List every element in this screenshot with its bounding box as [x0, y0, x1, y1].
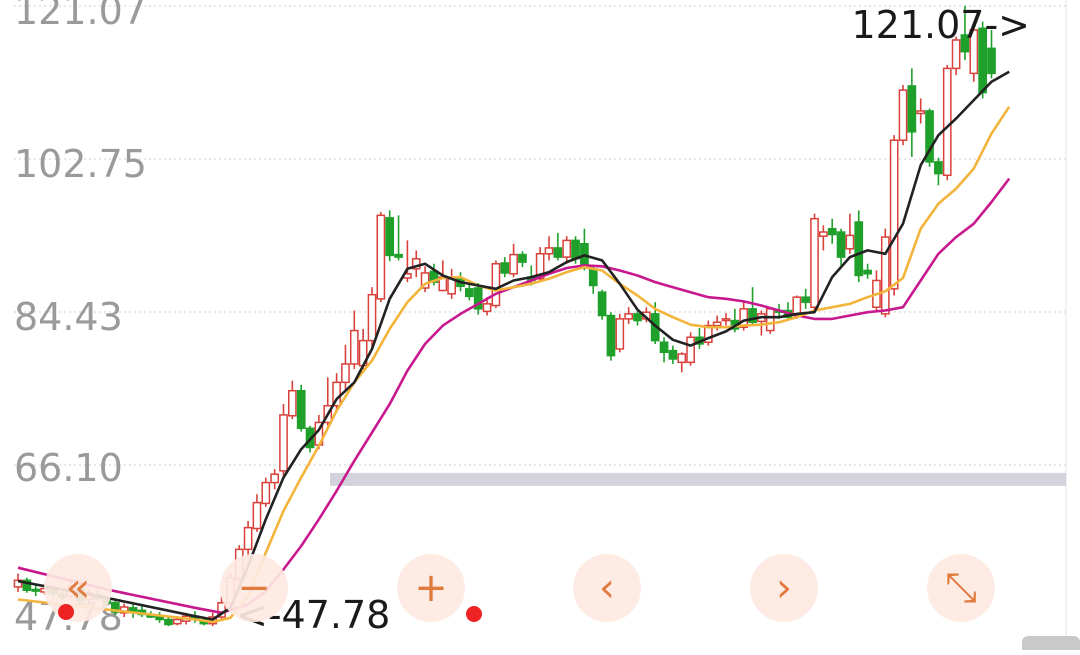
- candle-up: [562, 239, 572, 258]
- scroll-tab[interactable]: [1022, 636, 1080, 650]
- candle-down: [500, 262, 510, 274]
- indicator-dot: [466, 606, 482, 622]
- candle-down: [518, 253, 527, 263]
- scroll-left-button[interactable]: ‹: [573, 554, 641, 622]
- candle-up: [916, 110, 926, 115]
- candle-up: [810, 217, 819, 308]
- candle-down: [987, 47, 996, 75]
- candle-up: [845, 234, 855, 250]
- candle-up: [279, 414, 288, 472]
- plus-icon: +: [414, 565, 448, 611]
- candle-up: [721, 318, 731, 322]
- candle-up: [819, 231, 828, 237]
- candle-up: [367, 293, 377, 342]
- max-price-label: 121.07->: [851, 3, 1030, 47]
- candle-up: [615, 318, 625, 350]
- bottom-strip: [0, 636, 1080, 650]
- candle-down: [296, 389, 306, 430]
- y-tick-label: 66.10: [14, 446, 123, 490]
- zoom-out-button[interactable]: −: [220, 554, 288, 622]
- candle-down: [606, 314, 616, 357]
- candle-down: [128, 607, 138, 612]
- candle-up: [712, 321, 722, 327]
- candlestick-chart[interactable]: 121.07102.7584.4366.1047.78121.07-><-47.…: [0, 0, 1080, 650]
- candle-down: [863, 269, 872, 275]
- candle-up: [765, 308, 775, 332]
- candle-down: [31, 588, 41, 592]
- indicator-dot: [58, 604, 74, 620]
- candle-down: [164, 618, 173, 626]
- candle-down: [854, 221, 864, 277]
- candle-up: [270, 473, 279, 484]
- candle-down: [588, 268, 598, 287]
- expand-icon: ⤡: [945, 565, 977, 611]
- candle-up: [349, 329, 359, 365]
- y-tick-label: 102.75: [14, 142, 147, 186]
- candle-down: [553, 247, 563, 258]
- candle-up: [686, 336, 695, 364]
- candle-down: [934, 161, 943, 175]
- zoom-in-button[interactable]: +: [397, 554, 465, 622]
- candle-down: [571, 239, 580, 260]
- support-band: [330, 472, 1066, 486]
- candle-up: [252, 501, 262, 530]
- double-chevron-left-icon: «: [65, 565, 91, 611]
- candle-up: [544, 247, 554, 255]
- candle-up: [491, 263, 501, 307]
- candle-down: [394, 253, 403, 258]
- candle-up: [482, 303, 492, 313]
- candle-up: [288, 389, 297, 417]
- candle-up: [376, 214, 386, 300]
- ma-mid-line: [17, 106, 1011, 624]
- candle-up: [624, 313, 633, 320]
- candle-down: [668, 349, 678, 360]
- scroll-right-button[interactable]: ›: [750, 554, 818, 622]
- chart-svg: 121.07102.7584.4366.1047.78121.07-><-47.…: [13, 0, 1067, 640]
- candle-down: [633, 313, 642, 322]
- candle-up: [341, 363, 350, 384]
- fullscreen-button[interactable]: ⤡: [927, 554, 995, 622]
- candle-down: [385, 217, 395, 257]
- candle-down: [659, 341, 669, 354]
- candle-up: [172, 618, 182, 625]
- candle-up: [942, 67, 952, 177]
- candle-down: [465, 288, 474, 298]
- candle-up: [898, 89, 908, 141]
- candle-down: [907, 85, 917, 133]
- minus-icon: −: [237, 565, 271, 611]
- candle-up: [261, 481, 271, 505]
- scroll-far-left-button[interactable]: «: [44, 554, 112, 622]
- candle-up: [243, 526, 253, 551]
- chevron-left-icon: ‹: [599, 565, 615, 611]
- candle-down: [836, 231, 846, 258]
- candle-up: [889, 139, 899, 290]
- candle-down: [597, 291, 607, 317]
- ma-short-line: [17, 70, 1010, 621]
- candle-down: [827, 227, 837, 236]
- chevron-right-icon: ›: [776, 565, 792, 611]
- candle-up: [677, 353, 687, 364]
- candle-down: [801, 296, 810, 303]
- y-tick-label: 84.43: [14, 295, 123, 339]
- y-tick-label: 121.07: [14, 0, 147, 33]
- candle-up: [509, 253, 518, 275]
